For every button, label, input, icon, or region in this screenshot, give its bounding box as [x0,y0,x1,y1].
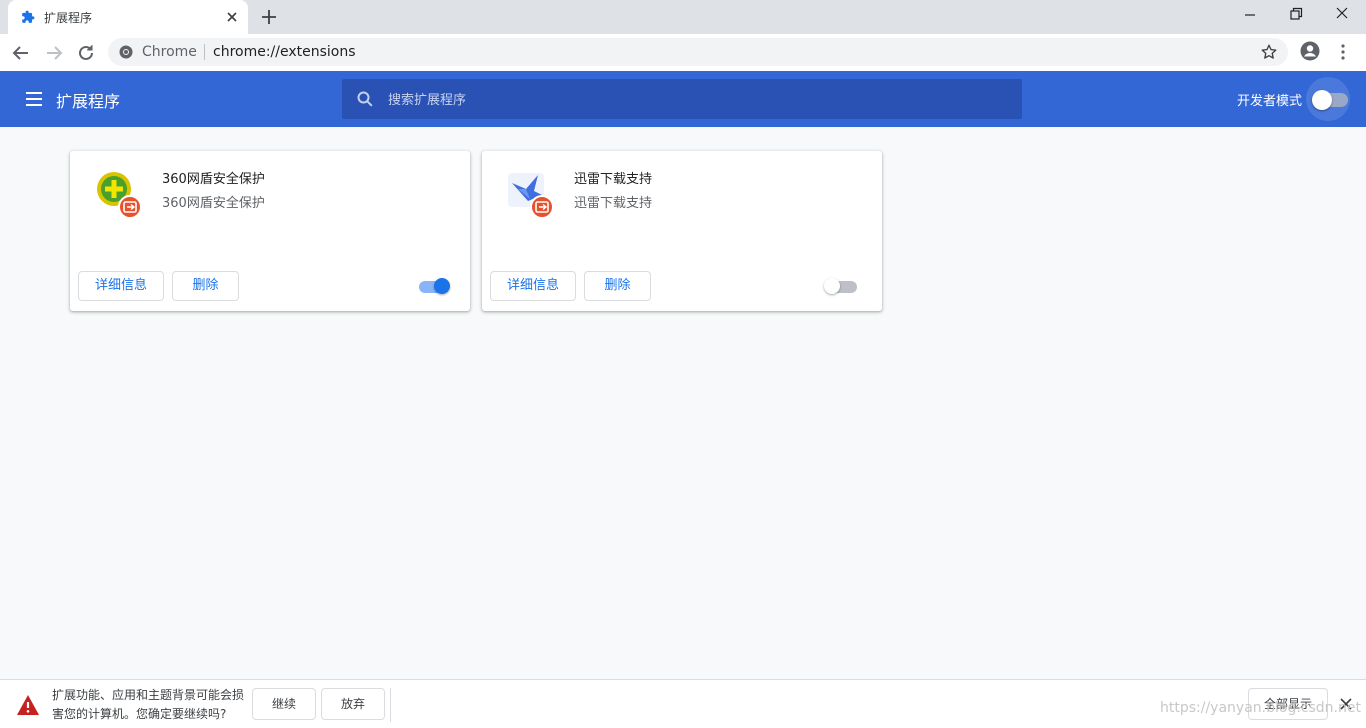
extension-name: 360网盾安全保护 [162,172,265,187]
close-window-icon[interactable] [1330,5,1354,23]
back-arrow-icon[interactable] [10,42,32,64]
search-bar[interactable] [342,79,1022,119]
discard-button[interactable]: 放弃 [321,688,385,720]
enable-toggle[interactable] [418,278,452,296]
puzzle-piece-icon [22,10,35,23]
extension-card: 360网盾安全保护 360网盾安全保护 详细信息 删除 [70,151,470,311]
restore-icon[interactable] [1284,5,1308,23]
forward-arrow-icon[interactable] [43,42,65,64]
extension-description: 迅雷下载支持 [574,196,653,211]
omnibox-separator [204,44,205,60]
search-input[interactable] [386,87,990,113]
tab-title: 扩展程序 [44,11,93,25]
bookmark-star-icon[interactable] [1260,43,1278,61]
remove-button[interactable]: 删除 [584,271,651,301]
enable-toggle[interactable] [824,278,860,296]
360-shield-icon [97,172,142,219]
details-button[interactable]: 详细信息 [78,271,164,301]
dev-mode-label: 开发者模式 [1237,94,1303,109]
omnibox-scheme: Chrome [142,44,197,60]
warning-triangle-icon [17,695,39,715]
new-tab-icon[interactable] [259,7,279,27]
reload-icon[interactable] [75,42,97,64]
extension-description: 360网盾安全保护 [162,196,265,211]
chrome-logo-icon [119,45,133,59]
search-icon [357,91,373,107]
profile-avatar-icon[interactable] [1300,41,1320,61]
warning-message: 扩展功能、应用和主题背景可能会损害您的计算机。您确定要继续吗? [52,688,245,721]
continue-button[interactable]: 继续 [252,688,316,720]
thunder-bird-icon [508,173,554,219]
extension-name: 迅雷下载支持 [574,172,653,187]
minimize-icon[interactable] [1238,5,1262,23]
more-vert-icon[interactable] [1334,42,1352,62]
watermark: https://yanyan.blog.csdn.net [1160,700,1361,716]
close-tab-icon[interactable] [224,9,240,25]
tab-strip: 扩展程序 [0,0,1366,34]
omnibox-url[interactable]: chrome://extensions [213,44,356,60]
details-button[interactable]: 详细信息 [490,271,576,301]
dev-mode-toggle[interactable] [1306,77,1350,121]
toggle-knob [824,278,840,294]
toggle-knob [434,278,450,294]
hamburger-menu-icon[interactable] [24,90,44,108]
extensions-header: 扩展程序 开发者模式 [0,71,1366,127]
page-title: 扩展程序 [56,92,121,111]
browser-toolbar: Chrome chrome://extensions [0,34,1366,71]
remove-button[interactable]: 删除 [172,271,239,301]
omnibox[interactable]: Chrome chrome://extensions [108,38,1288,66]
tab-extensions[interactable]: 扩展程序 [8,0,248,34]
toggle-knob [1312,90,1332,110]
divider [390,688,391,722]
extension-card: 迅雷下载支持 迅雷下载支持 详细信息 删除 [482,151,882,311]
